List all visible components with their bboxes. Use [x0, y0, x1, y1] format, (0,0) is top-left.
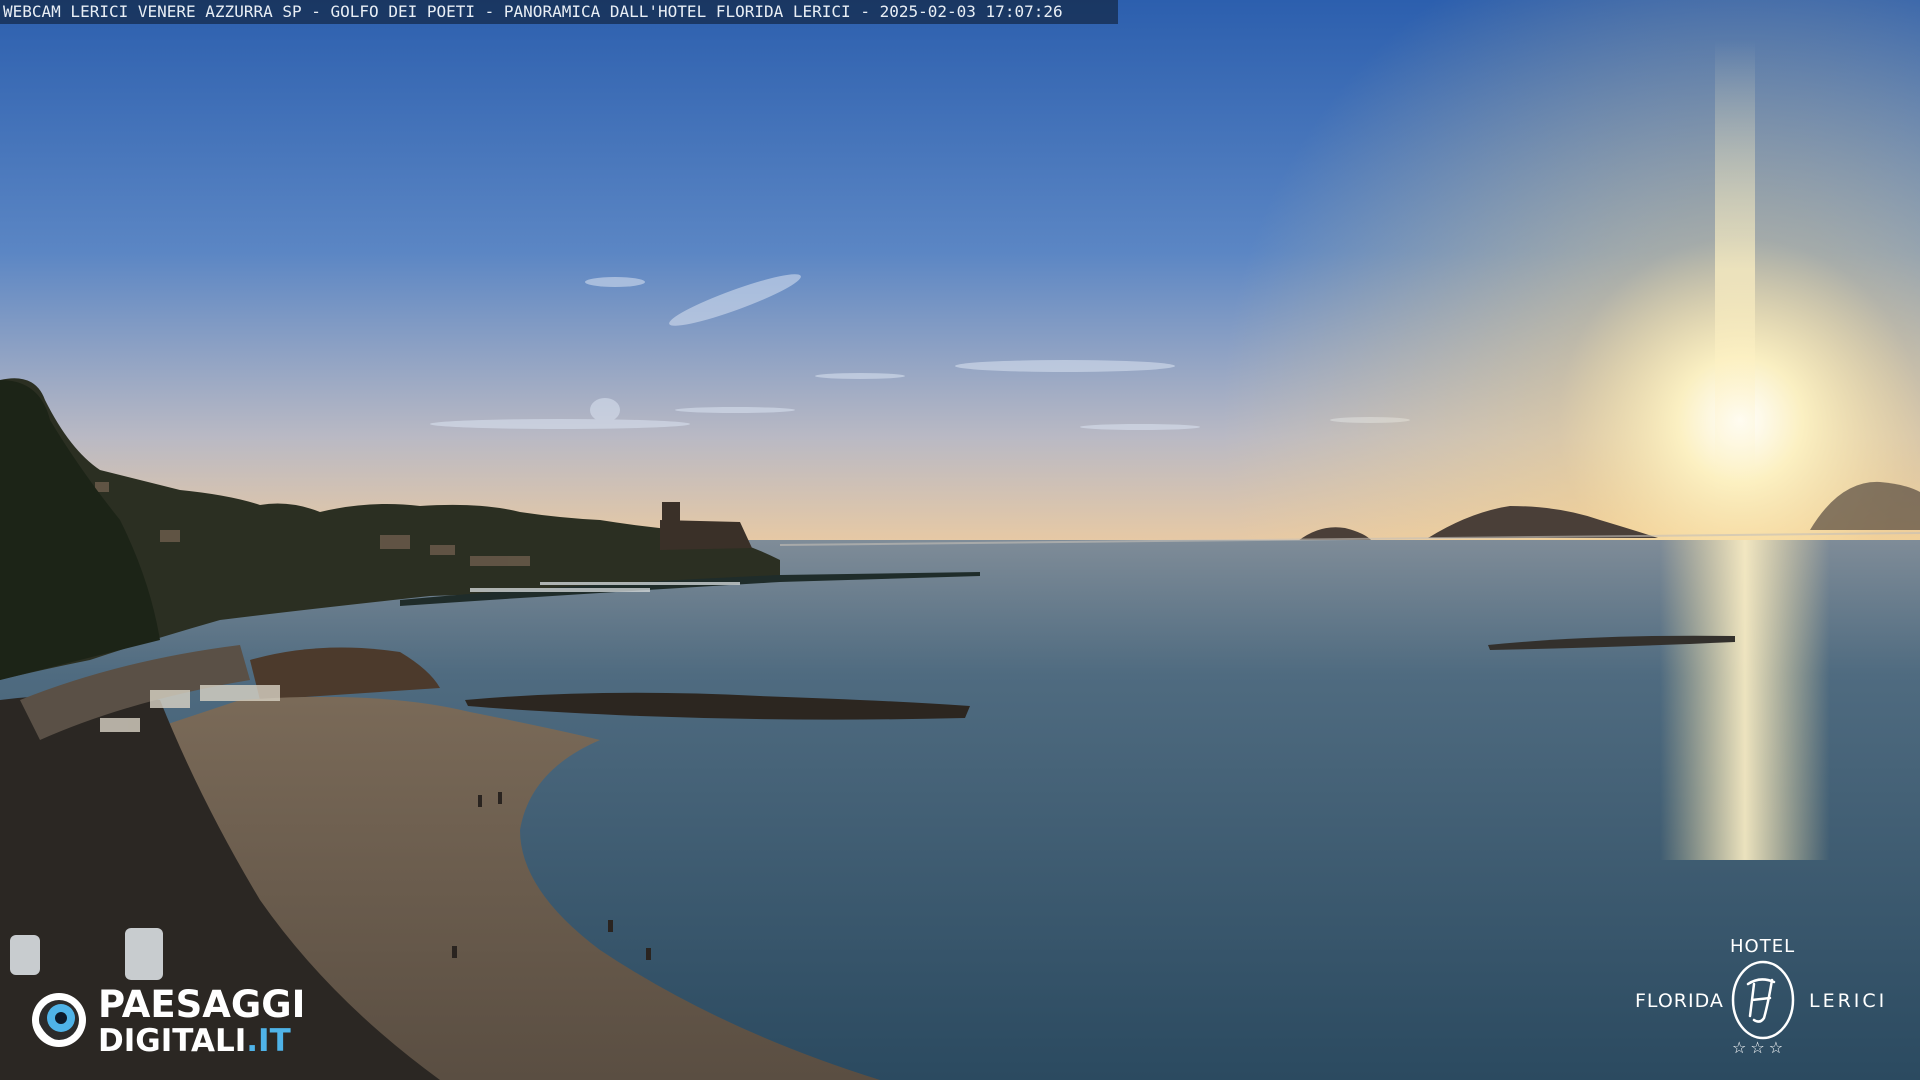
webcam-frame: WEBCAM LERICI VENERE AZZURRA SP - GOLFO …	[0, 0, 1920, 1080]
logo-line2-main: DIGITALI	[98, 1023, 247, 1059]
logo-line2: DIGITALI.IT	[98, 1024, 305, 1058]
webcam-panorama	[0, 0, 1920, 1080]
sun-flare	[1715, 40, 1755, 500]
logo-line1: PAESAGGI	[98, 983, 306, 1026]
hotel-name: FLORIDA	[1635, 990, 1724, 1012]
hotel-monogram-icon	[1731, 960, 1795, 1040]
eye-icon	[32, 993, 86, 1047]
webcam-title-overlay: WEBCAM LERICI VENERE AZZURRA SP - GOLFO …	[0, 0, 1118, 24]
logo-line2-suffix: .IT	[246, 1023, 291, 1059]
sun-reflection	[1660, 540, 1830, 860]
paesaggi-digitali-logo: PAESAGGI DIGITALI.IT	[30, 983, 340, 1058]
hotel-florida-logo: HOTEL FLORIDA LERICI ☆☆☆	[1630, 932, 1900, 1062]
hotel-stars: ☆☆☆	[1732, 1038, 1788, 1057]
hotel-city: LERICI	[1809, 990, 1888, 1012]
